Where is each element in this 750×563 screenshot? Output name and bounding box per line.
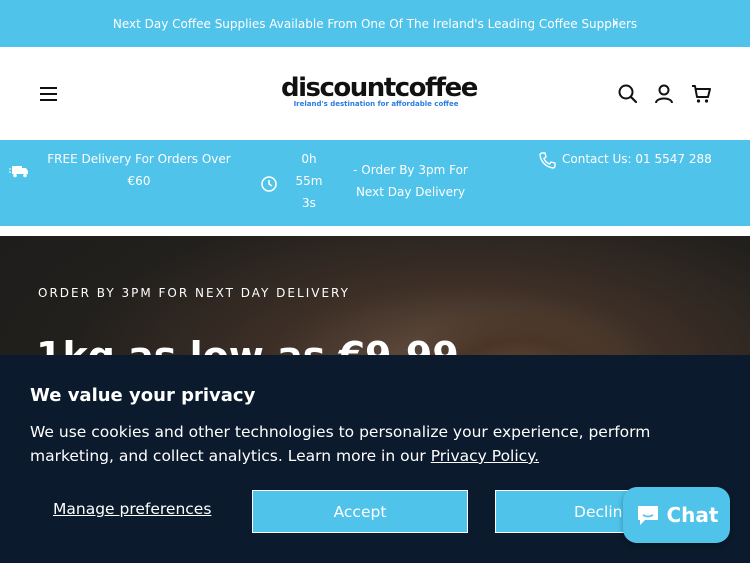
consent-description: We use cookies and other technologies to… [30, 420, 720, 468]
site-header: discountcoffee Ireland's destination for… [0, 47, 750, 140]
logo[interactable]: discountcoffee Ireland's destination for… [281, 73, 478, 108]
menu-icon[interactable] [40, 87, 57, 101]
chat-label: Chat [666, 503, 719, 527]
countdown-hours: 0h [301, 152, 317, 166]
countdown-minutes: 55m [295, 174, 323, 188]
hero-eyebrow: ORDER BY 3PM FOR NEXT DAY DELIVERY [38, 286, 350, 300]
logo-tagline: Ireland's destination for affordable cof… [293, 100, 459, 108]
manage-preferences-button[interactable]: Manage preferences [53, 500, 211, 518]
phone-icon [539, 152, 556, 169]
consent-description-text: We use cookies and other technologies to… [30, 423, 651, 465]
chat-button[interactable]: Chat [623, 487, 730, 543]
timer-icon [261, 176, 277, 192]
announcement-text[interactable]: Next Day Coffee Supplies Available From … [113, 17, 637, 31]
search-icon[interactable] [617, 83, 639, 105]
privacy-policy-link[interactable]: Privacy Policy. [431, 447, 539, 465]
chat-bubble-icon [637, 506, 658, 525]
order-by-text: - Order By 3pm For Next Day Delivery [353, 163, 468, 199]
countdown-timer: 0h 55m 3s [290, 148, 328, 214]
account-icon[interactable] [653, 83, 675, 105]
announcement-bar[interactable]: Next Day Coffee Supplies Available From … [0, 0, 750, 47]
cart-icon[interactable] [690, 83, 712, 105]
consent-title: We value your privacy [30, 385, 256, 406]
usp-bar: FREE Delivery For Orders Over €60 0h 55m… [0, 140, 750, 226]
chevron-right-icon[interactable]: › [612, 15, 618, 31]
countdown-seconds: 3s [302, 196, 316, 210]
logo-name: discountcoffee [281, 73, 478, 103]
contact-link[interactable]: Contact Us: 01 5547 288 [562, 148, 722, 170]
accept-button[interactable]: Accept [252, 490, 468, 533]
free-delivery-text: FREE Delivery For Orders Over €60 [47, 152, 231, 188]
truck-icon [9, 166, 28, 178]
